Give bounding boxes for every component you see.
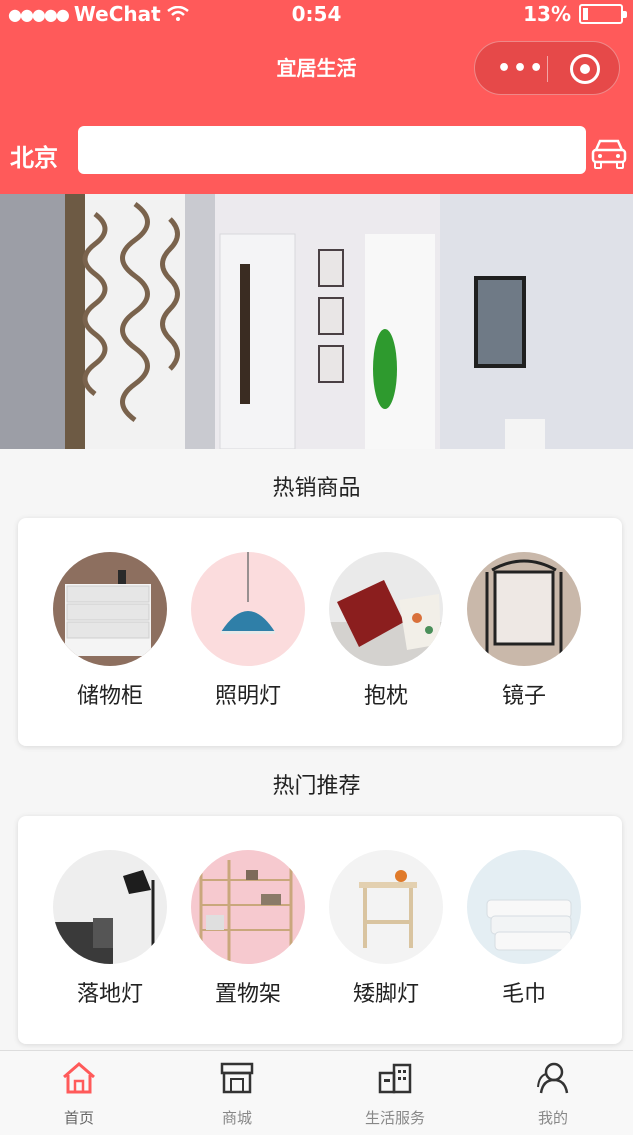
tab-label: 生活服务 (364, 1109, 425, 1127)
tab-life-services[interactable]: 生活服务 (316, 1051, 474, 1135)
tab-mine[interactable]: 我的 (474, 1051, 632, 1135)
product-label: 置物架 (214, 982, 281, 1007)
floor-lamp-image (53, 850, 167, 964)
tab-mall[interactable]: 商城 (158, 1051, 316, 1135)
header: ●●●●● WeChat 0:54 13% 宜居生活 ••• 北京 (0, 0, 633, 194)
recommended-card: 落地灯 置物架 矮脚灯 毛巾 (18, 816, 622, 1044)
product-item[interactable]: 照明灯 (188, 552, 308, 710)
product-label: 照明灯 (214, 684, 281, 709)
more-icon[interactable]: ••• (497, 56, 545, 81)
battery-icon (579, 4, 627, 24)
building-icon (378, 1063, 412, 1094)
product-label: 镜子 (501, 684, 546, 709)
product-label: 毛巾 (501, 982, 546, 1007)
product-item[interactable]: 落地灯 (50, 850, 170, 1008)
car-icon[interactable] (590, 136, 628, 170)
tab-bar: 首页 商城 生活服务 我的 (0, 1050, 633, 1135)
product-item[interactable]: 储物柜 (50, 552, 170, 710)
towel-image (467, 850, 581, 964)
pendant-lamp-image (191, 552, 305, 666)
banner-image[interactable] (0, 194, 633, 449)
cabinet-image (53, 552, 167, 666)
product-label: 落地灯 (76, 982, 143, 1007)
tab-label: 商城 (221, 1109, 252, 1127)
home-icon (63, 1062, 95, 1094)
city-selector[interactable]: 北京 (10, 138, 58, 173)
product-item[interactable]: 置物架 (188, 850, 308, 1008)
search-input[interactable] (78, 126, 586, 174)
store-icon (220, 1062, 254, 1094)
product-item[interactable]: 抱枕 (326, 552, 446, 710)
shelf-image (191, 850, 305, 964)
section-title-hot-sales: 热销商品 (272, 476, 361, 501)
product-item[interactable]: 矮脚灯 (326, 850, 446, 1008)
battery-percent: 13% (523, 2, 571, 26)
tab-home[interactable]: 首页 (0, 1051, 158, 1135)
product-label: 矮脚灯 (352, 982, 419, 1007)
pillow-image (329, 552, 443, 666)
tab-label: 我的 (537, 1109, 568, 1127)
tab-label: 首页 (63, 1109, 94, 1127)
section-title-recommended: 热门推荐 (272, 774, 361, 799)
mini-program-capsule: ••• (474, 41, 620, 95)
hot-sales-card: 储物柜 照明灯 抱枕 镜子 (18, 518, 622, 746)
status-bar: ●●●●● WeChat 0:54 13% (0, 0, 633, 30)
close-target-icon[interactable] (570, 54, 600, 84)
user-icon (537, 1062, 569, 1094)
mirror-image (467, 552, 581, 666)
product-label: 储物柜 (76, 684, 143, 709)
product-item[interactable]: 镜子 (464, 552, 584, 710)
product-label: 抱枕 (363, 684, 408, 709)
low-table-image (329, 850, 443, 964)
product-item[interactable]: 毛巾 (464, 850, 584, 1008)
capsule-divider (547, 56, 548, 82)
